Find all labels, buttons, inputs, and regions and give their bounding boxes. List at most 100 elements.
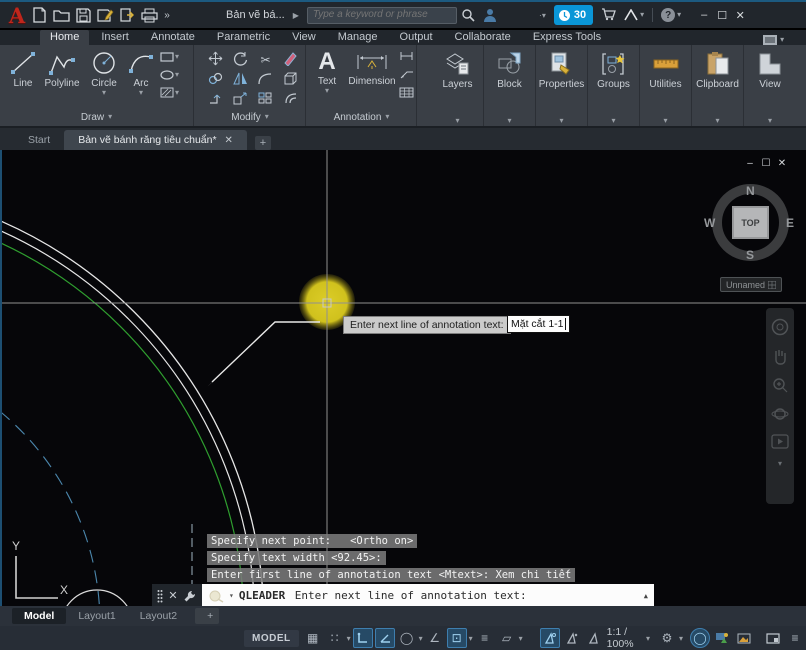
- status-menu-icon[interactable]: ≡: [785, 628, 805, 648]
- tab-manage[interactable]: Manage: [328, 30, 388, 45]
- ellipse-tool[interactable]: ▾: [158, 67, 179, 82]
- copy-icon[interactable]: [208, 72, 223, 88]
- isodraft-icon[interactable]: ◯: [397, 628, 417, 648]
- navwheel-icon[interactable]: [771, 318, 789, 336]
- ribbon-display-toggle[interactable]: ▾: [763, 35, 784, 45]
- panel-utilities[interactable]: Utilities ▾: [640, 45, 692, 126]
- drawing-close-icon[interactable]: ✕: [774, 158, 790, 169]
- line-tool[interactable]: Line: [6, 45, 40, 89]
- leader-icon[interactable]: [399, 69, 414, 82]
- trim-icon[interactable]: ✂: [260, 53, 270, 67]
- tab-layout2[interactable]: Layout2: [128, 608, 189, 624]
- tab-model[interactable]: Model: [12, 608, 66, 624]
- rotate-icon[interactable]: [233, 51, 248, 69]
- isolate-objects-icon[interactable]: ◯: [690, 628, 710, 648]
- command-input-field[interactable]: ▾ QLEADER Enter next line of annotation …: [202, 584, 654, 606]
- panel-draw-footer[interactable]: Draw▾: [0, 110, 193, 124]
- selection-dropdown-icon[interactable]: ▾: [519, 634, 523, 643]
- snap-mode-icon[interactable]: ∷: [325, 628, 345, 648]
- title-arrow-icon[interactable]: ▶: [293, 11, 299, 20]
- snap-dropdown-icon[interactable]: ▾: [347, 634, 351, 643]
- viewcube-north[interactable]: N: [746, 184, 755, 198]
- viewport-label[interactable]: Unnamed: [720, 277, 782, 292]
- linear-dim-icon[interactable]: [399, 51, 414, 64]
- polar-tracking-icon[interactable]: [375, 628, 395, 648]
- table-icon[interactable]: [399, 87, 414, 101]
- tab-home[interactable]: Home: [40, 30, 89, 45]
- file-tab-start[interactable]: Start: [14, 130, 64, 150]
- tab-insert[interactable]: Insert: [91, 30, 139, 45]
- selection-cycling-icon[interactable]: ▱: [497, 628, 517, 648]
- drawing-restore-icon[interactable]: ☐: [758, 158, 774, 169]
- sign-in-icon[interactable]: [479, 4, 501, 26]
- polyline-tool[interactable]: Polyline: [40, 45, 84, 89]
- panel-annotation-footer[interactable]: Annotation▾: [307, 110, 416, 124]
- tab-output[interactable]: Output: [390, 30, 443, 45]
- zoom-icon[interactable]: [771, 376, 789, 394]
- scale-icon[interactable]: [233, 92, 248, 108]
- export-icon[interactable]: [116, 4, 138, 26]
- help-icon[interactable]: ? ▾: [661, 8, 681, 22]
- pan-hand-icon[interactable]: [771, 347, 789, 365]
- mirror-icon[interactable]: [233, 72, 248, 88]
- drawing-canvas[interactable]: Y X – ☐ ✕ N S W E TOP Unnamed ▾ Enter ne…: [0, 150, 806, 606]
- save-as-icon[interactable]: [94, 4, 116, 26]
- gear-dropdown-icon[interactable]: ▾: [679, 634, 683, 643]
- text-tool[interactable]: A Text ▾: [311, 45, 343, 94]
- ortho-mode-icon[interactable]: [353, 628, 373, 648]
- model-space-button[interactable]: MODEL: [244, 630, 299, 647]
- explode-icon[interactable]: [283, 72, 298, 89]
- viewcube-top-face[interactable]: TOP: [732, 206, 769, 239]
- new-tab-button[interactable]: +: [255, 136, 271, 150]
- app-logo[interactable]: A: [6, 4, 28, 26]
- panel-properties[interactable]: Properties ▾: [536, 45, 588, 126]
- orbit-icon[interactable]: [771, 405, 789, 423]
- annotation-visibility-icon[interactable]: [540, 628, 560, 648]
- navbar-more-icon[interactable]: ▾: [778, 461, 782, 467]
- hatch-tool[interactable]: ▾: [158, 85, 179, 100]
- command-close-icon[interactable]: ✕: [168, 589, 177, 602]
- erase-icon[interactable]: [283, 51, 298, 69]
- trial-days-badge[interactable]: 30: [554, 5, 593, 25]
- isodraft-dropdown-icon[interactable]: ▾: [419, 634, 423, 643]
- tab-view[interactable]: View: [282, 30, 326, 45]
- status-tray-icon[interactable]: ·▾: [539, 10, 546, 20]
- panel-layers[interactable]: Layers ▾: [432, 45, 484, 126]
- new-file-icon[interactable]: [28, 4, 50, 26]
- tab-layout1[interactable]: Layout1: [66, 608, 127, 624]
- fillet-icon[interactable]: [258, 72, 273, 88]
- autodesk-app-icon[interactable]: ▾: [624, 9, 644, 21]
- annotation-text-input[interactable]: Mặt cắt 1-1: [507, 315, 570, 333]
- grid-display-icon[interactable]: ▦: [303, 628, 323, 648]
- close-button[interactable]: ✕: [731, 7, 749, 23]
- open-folder-icon[interactable]: [50, 4, 72, 26]
- array-icon[interactable]: [258, 92, 273, 108]
- customize-wrench-icon[interactable]: [183, 589, 197, 603]
- move-icon[interactable]: [208, 51, 223, 69]
- clean-screen-icon[interactable]: [763, 628, 783, 648]
- object-snap-icon[interactable]: ⊡: [447, 628, 467, 648]
- tab-parametric[interactable]: Parametric: [207, 30, 280, 45]
- file-tab-document[interactable]: Bản vẽ bánh răng tiêu chuẩn* ✕: [64, 130, 247, 150]
- tab-express-tools[interactable]: Express Tools: [523, 30, 611, 45]
- tab-annotate[interactable]: Annotate: [141, 30, 205, 45]
- object-snap-tracking-icon[interactable]: ∠: [425, 628, 445, 648]
- tab-collaborate[interactable]: Collaborate: [445, 30, 521, 45]
- search-icon[interactable]: [457, 4, 479, 26]
- arc-tool[interactable]: Arc ▾: [126, 45, 156, 96]
- minimize-button[interactable]: –: [695, 7, 713, 23]
- viewcube-east[interactable]: E: [786, 216, 794, 230]
- panel-modify-footer[interactable]: Modify▾: [195, 110, 305, 124]
- save-icon[interactable]: [72, 4, 94, 26]
- stretch-icon[interactable]: [208, 92, 223, 108]
- drawing-minimize-icon[interactable]: –: [742, 158, 758, 169]
- maximize-button[interactable]: ☐: [713, 7, 731, 23]
- autoscale-icon[interactable]: [562, 628, 582, 648]
- showmotion-icon[interactable]: [771, 434, 789, 450]
- qat-more-icon[interactable]: »: [160, 4, 174, 26]
- panel-view[interactable]: View ▾: [744, 45, 796, 126]
- panel-block[interactable]: Block ▾: [484, 45, 536, 126]
- annotation-scale-icon[interactable]: [584, 628, 604, 648]
- cart-icon[interactable]: [601, 7, 616, 24]
- command-bar-grip[interactable]: ✕: [152, 584, 202, 606]
